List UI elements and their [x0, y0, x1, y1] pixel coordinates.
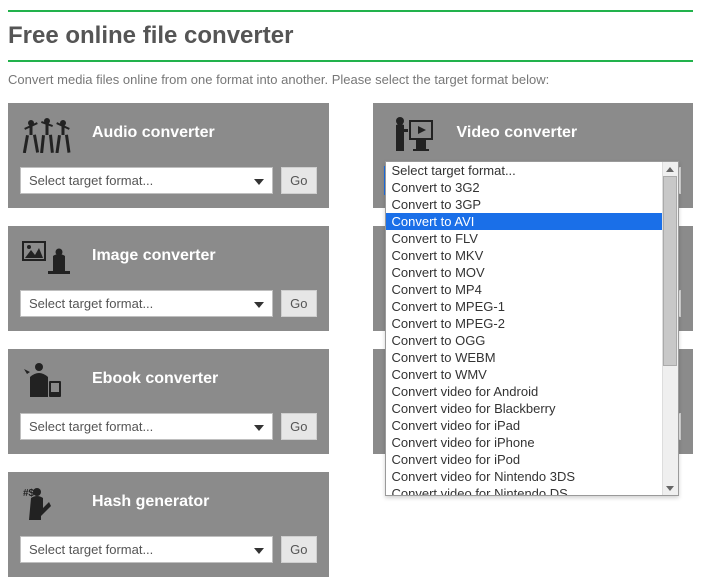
ebook-format-select[interactable]: Select target format...: [20, 413, 273, 440]
cards-grid: Audio converter Select target format... …: [8, 103, 693, 577]
dropdown-scrollbar[interactable]: [662, 162, 678, 495]
page-subtitle: Convert media files online from one form…: [8, 72, 693, 87]
video-option[interactable]: Convert video for iPhone: [386, 434, 678, 451]
video-option[interactable]: Convert to MPEG-1: [386, 298, 678, 315]
card-title-hash: Hash generator: [92, 493, 209, 511]
card-hash: #$ Hash generator Select target format..…: [8, 472, 329, 577]
page-title: Free online file converter: [8, 22, 693, 50]
ebook-icon: [20, 359, 72, 399]
video-option[interactable]: Convert to MKV: [386, 247, 678, 264]
card-title-ebook: Ebook converter: [92, 370, 218, 388]
image-go-button[interactable]: Go: [281, 290, 316, 317]
hash-icon: #$: [20, 482, 72, 522]
card-title-image: Image converter: [92, 247, 216, 265]
video-option[interactable]: Convert to WEBM: [386, 349, 678, 366]
video-option[interactable]: Convert to MP4: [386, 281, 678, 298]
card-ebook: Ebook converter Select target format... …: [8, 349, 329, 454]
hash-format-select[interactable]: Select target format...: [20, 536, 273, 563]
card-video: Video converter Select target format... …: [373, 103, 694, 208]
video-option[interactable]: Convert to 3GP: [386, 196, 678, 213]
video-option[interactable]: Convert video for Android: [386, 383, 678, 400]
audio-format-select[interactable]: Select target format...: [20, 167, 273, 194]
svg-text:#$: #$: [23, 488, 35, 499]
divider-top: [8, 10, 693, 12]
video-option[interactable]: Convert video for iPad: [386, 417, 678, 434]
video-option[interactable]: Convert to MPEG-2: [386, 315, 678, 332]
card-title-video: Video converter: [457, 124, 578, 142]
video-format-dropdown: Select target format...Convert to 3G2Con…: [385, 161, 679, 496]
card-audio: Audio converter Select target format... …: [8, 103, 329, 208]
video-option[interactable]: Convert to MOV: [386, 264, 678, 281]
video-option[interactable]: Convert to 3G2: [386, 179, 678, 196]
scroll-down-icon[interactable]: [663, 481, 678, 495]
image-icon: [20, 236, 72, 276]
video-option[interactable]: Select target format...: [386, 162, 678, 179]
card-title-audio: Audio converter: [92, 124, 215, 142]
divider-under-title: [8, 60, 693, 62]
scroll-thumb[interactable]: [663, 176, 677, 366]
video-option[interactable]: Convert video for iPod: [386, 451, 678, 468]
video-option[interactable]: Convert to AVI: [386, 213, 678, 230]
video-option[interactable]: Convert to FLV: [386, 230, 678, 247]
ebook-go-button[interactable]: Go: [281, 413, 316, 440]
video-icon: [385, 113, 437, 153]
card-image: Image converter Select target format... …: [8, 226, 329, 331]
video-option[interactable]: Convert video for Blackberry: [386, 400, 678, 417]
video-option[interactable]: Convert to WMV: [386, 366, 678, 383]
video-option[interactable]: Convert video for Nintendo 3DS: [386, 468, 678, 485]
audio-icon: [20, 113, 72, 153]
audio-go-button[interactable]: Go: [281, 167, 316, 194]
image-format-select[interactable]: Select target format...: [20, 290, 273, 317]
video-option[interactable]: Convert to OGG: [386, 332, 678, 349]
scroll-up-icon[interactable]: [663, 162, 678, 176]
video-option[interactable]: Convert video for Nintendo DS: [386, 485, 678, 495]
hash-go-button[interactable]: Go: [281, 536, 316, 563]
